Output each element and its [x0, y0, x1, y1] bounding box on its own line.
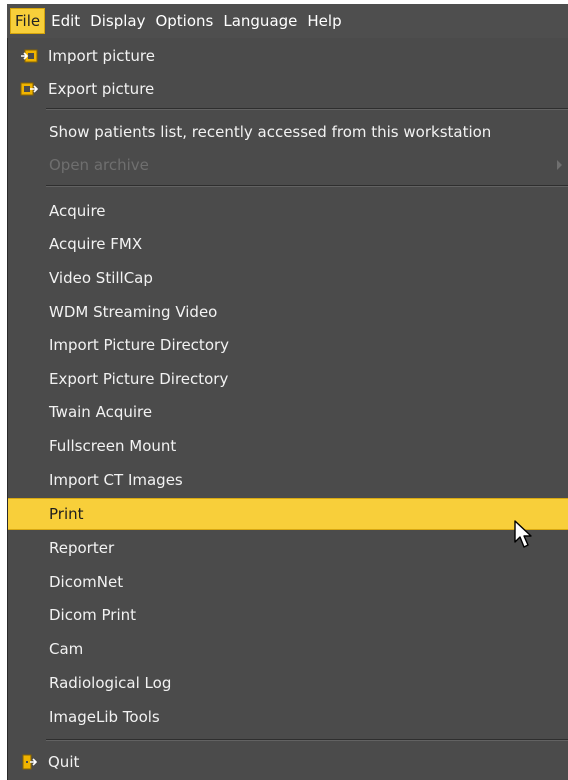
menu-item-label: Export picture: [48, 80, 155, 98]
export-picture-icon: [20, 81, 38, 97]
menu-item-label: WDM Streaming Video: [49, 303, 218, 321]
menu-item-label: Import Picture Directory: [49, 336, 230, 354]
menu-item-acquire-fmx[interactable]: Acquire FMX: [8, 228, 568, 260]
file-menu-dropdown: Import picture Export picture Show patie…: [7, 38, 568, 780]
menu-bar: File Edit Display Options Language Help: [7, 4, 568, 38]
menu-item-label: Acquire FMX: [49, 235, 143, 253]
menu-item-label: Fullscreen Mount: [49, 437, 177, 455]
menu-item-label: Import CT Images: [49, 471, 183, 489]
menu-item-reporter[interactable]: Reporter: [8, 532, 568, 564]
menu-item-fullscreen-mount[interactable]: Fullscreen Mount: [8, 430, 568, 462]
menu-file[interactable]: File: [10, 8, 46, 34]
menu-item-label: Video StillCap: [49, 269, 153, 287]
menu-item-label: Print: [49, 505, 84, 523]
menu-separator: [46, 108, 568, 110]
menu-item-label: Export Picture Directory: [49, 370, 229, 388]
menu-options[interactable]: Options: [151, 8, 217, 34]
menu-item-import-ct-images[interactable]: Import CT Images: [8, 464, 568, 496]
menu-separator: [46, 185, 568, 187]
menu-item-label: Acquire: [49, 202, 106, 220]
menu-item-label: Radiological Log: [49, 674, 172, 692]
menu-item-quit[interactable]: Quit: [8, 746, 568, 778]
menu-item-cam[interactable]: Cam: [8, 633, 568, 665]
menu-display[interactable]: Display: [86, 8, 149, 34]
menu-item-show-patients-list[interactable]: Show patients list, recently accessed fr…: [8, 116, 568, 148]
menu-item-radiological-log[interactable]: Radiological Log: [8, 667, 568, 699]
application-window: File Edit Display Options Language Help …: [0, 0, 568, 780]
menu-item-wdm-streaming-video[interactable]: WDM Streaming Video: [8, 296, 568, 328]
menu-language[interactable]: Language: [219, 8, 301, 34]
import-picture-icon: [20, 48, 38, 64]
menu-item-twain-acquire[interactable]: Twain Acquire: [8, 396, 568, 428]
quit-icon: [20, 754, 38, 770]
menu-edit[interactable]: Edit: [47, 8, 84, 34]
menu-item-label: ImageLib Tools: [49, 708, 160, 726]
menu-item-open-archive: Open archive: [8, 149, 568, 181]
menu-item-export-picture[interactable]: Export picture: [8, 73, 568, 105]
submenu-arrow-icon: [557, 160, 562, 170]
menu-item-label: Import picture: [48, 47, 155, 65]
menu-item-import-picture-directory[interactable]: Import Picture Directory: [8, 329, 568, 361]
menu-item-label: Reporter: [49, 539, 115, 557]
menu-item-dicomnet[interactable]: DicomNet: [8, 566, 568, 598]
menu-item-video-stillcap[interactable]: Video StillCap: [8, 262, 568, 294]
mouse-pointer-icon: [514, 520, 532, 548]
menu-item-imagelib-tools[interactable]: ImageLib Tools: [8, 701, 568, 733]
menu-item-label: Quit: [48, 753, 80, 771]
menu-help[interactable]: Help: [303, 8, 345, 34]
menu-item-label: Show patients list, recently accessed fr…: [49, 123, 492, 141]
menu-item-label: Twain Acquire: [49, 403, 153, 421]
menu-item-acquire[interactable]: Acquire: [8, 195, 568, 227]
menu-item-export-picture-directory[interactable]: Export Picture Directory: [8, 363, 568, 395]
menu-item-label: Dicom Print: [49, 606, 137, 624]
menu-item-label: DicomNet: [49, 573, 124, 591]
menu-item-dicom-print[interactable]: Dicom Print: [8, 599, 568, 631]
menu-item-label: Cam: [49, 640, 84, 658]
menu-separator: [46, 739, 568, 741]
menu-item-label: Open archive: [49, 156, 149, 174]
menu-item-import-picture[interactable]: Import picture: [8, 40, 568, 72]
menu-item-print[interactable]: Print: [8, 498, 568, 530]
